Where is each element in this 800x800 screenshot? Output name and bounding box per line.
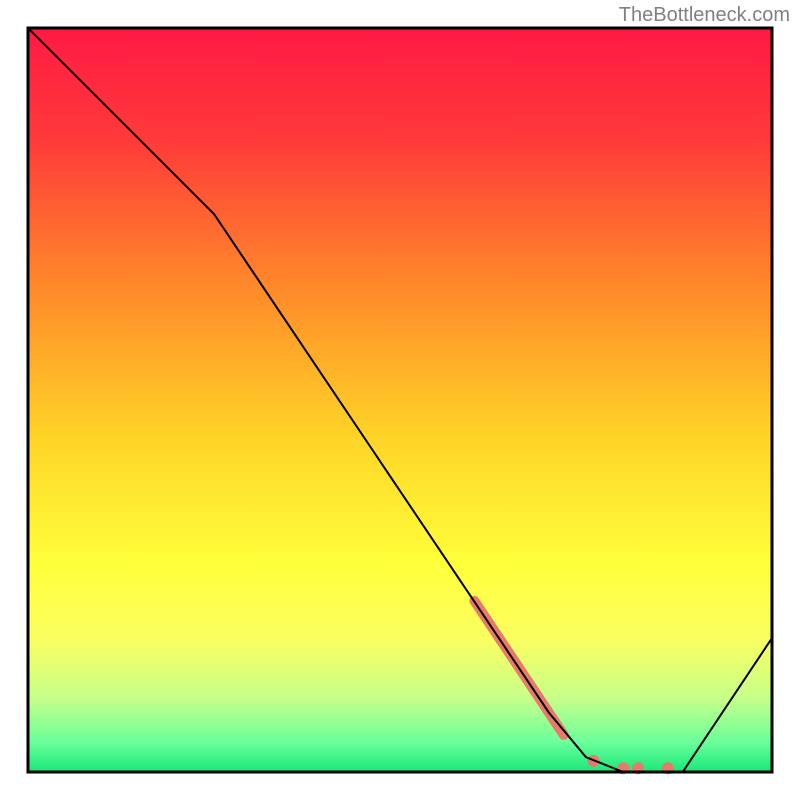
chart-container: TheBottleneck.com — [0, 0, 800, 800]
chart-svg — [0, 0, 800, 800]
watermark-text: TheBottleneck.com — [619, 4, 790, 27]
